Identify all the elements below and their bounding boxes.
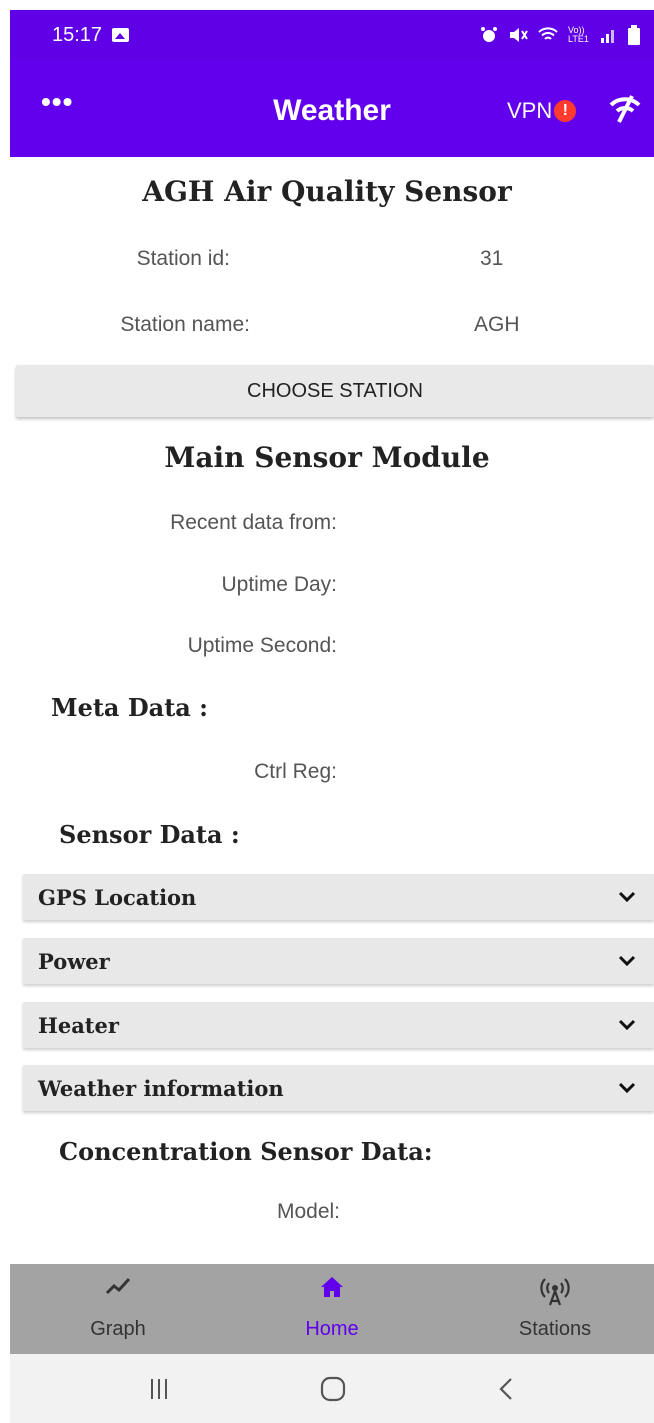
station-id-value: 31 bbox=[480, 247, 504, 270]
accordion-gps-location[interactable]: GPS Location bbox=[23, 874, 654, 920]
back-icon[interactable] bbox=[498, 1377, 514, 1401]
battery-icon bbox=[628, 25, 640, 45]
accordion-heater[interactable]: Heater bbox=[23, 1002, 654, 1048]
uptime-second-label: Uptime Second: bbox=[187, 634, 337, 657]
concentration-title: Concentration Sensor Data: bbox=[59, 1137, 433, 1166]
accordion-label: GPS Location bbox=[38, 884, 197, 910]
antenna-icon bbox=[540, 1278, 570, 1306]
meta-data-title: Meta Data : bbox=[51, 693, 209, 722]
nav-item-home[interactable]: Home bbox=[232, 1264, 432, 1354]
network-label: Vo)) LTE1 bbox=[568, 25, 589, 44]
gallery-notification-icon bbox=[112, 28, 130, 42]
bottom-navigation: Graph Home Stations bbox=[10, 1264, 654, 1354]
accordion-label: Weather information bbox=[38, 1075, 284, 1101]
station-id-label: Station id: bbox=[136, 247, 230, 270]
vpn-label: VPN bbox=[507, 98, 553, 123]
chevron-down-icon bbox=[618, 891, 636, 903]
station-name-value: AGH bbox=[474, 313, 520, 336]
home-button-icon[interactable] bbox=[320, 1376, 346, 1402]
status-bar: 15:17 Vo)) LTE1 bbox=[10, 10, 654, 60]
chevron-down-icon bbox=[618, 1019, 636, 1031]
recent-apps-icon[interactable] bbox=[150, 1378, 168, 1400]
uptime-day-label: Uptime Day: bbox=[221, 573, 337, 596]
wifi-off-icon[interactable] bbox=[608, 94, 642, 124]
nav-label: Home bbox=[305, 1318, 359, 1340]
ctrl-reg-label: Ctrl Reg: bbox=[254, 760, 337, 783]
vpn-status[interactable]: VPN ! bbox=[507, 98, 577, 124]
chevron-down-icon bbox=[618, 1082, 636, 1094]
chart-line-icon bbox=[105, 1277, 131, 1295]
vpn-warning-badge: ! bbox=[554, 100, 577, 122]
alarm-icon bbox=[481, 27, 497, 42]
accordion-label: Heater bbox=[38, 1012, 119, 1038]
sensor-data-title: Sensor Data : bbox=[59, 820, 240, 849]
mute-icon bbox=[510, 28, 528, 42]
nav-label: Graph bbox=[90, 1318, 146, 1340]
station-title: AGH Air Quality Sensor bbox=[142, 175, 512, 208]
accordion-label: Power bbox=[38, 948, 110, 974]
signal-icon bbox=[601, 30, 614, 43]
chevron-down-icon bbox=[618, 955, 636, 967]
wifi-icon bbox=[538, 27, 558, 40]
nav-item-graph[interactable]: Graph bbox=[18, 1264, 218, 1354]
system-navigation-bar bbox=[10, 1354, 654, 1423]
nav-item-stations[interactable]: Stations bbox=[455, 1264, 654, 1354]
recent-data-label: Recent data from: bbox=[170, 511, 337, 534]
accordion-power[interactable]: Power bbox=[23, 938, 654, 984]
station-name-label: Station name: bbox=[120, 313, 250, 336]
app-bar: ••• Weather VPN ! bbox=[10, 60, 654, 157]
main-module-title: Main Sensor Module bbox=[164, 441, 490, 474]
model-label: Model: bbox=[276, 1200, 340, 1223]
home-icon bbox=[321, 1277, 343, 1297]
choose-station-button[interactable]: CHOOSE STATION bbox=[16, 365, 654, 417]
nav-label: Stations bbox=[518, 1318, 592, 1340]
status-time: 15:17 bbox=[52, 23, 103, 46]
accordion-weather-information[interactable]: Weather information bbox=[23, 1065, 654, 1111]
